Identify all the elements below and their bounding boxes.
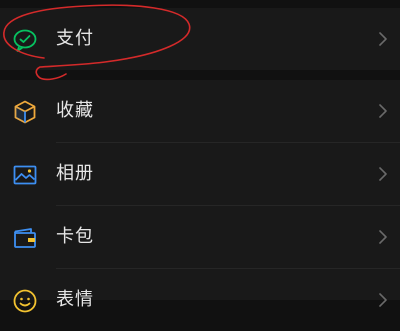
- chevron-right-icon: [379, 167, 387, 181]
- chevron-right-icon: [379, 293, 387, 307]
- emoji-icon: [13, 289, 37, 313]
- menu-item-album[interactable]: 相册: [0, 143, 400, 205]
- chevron-right-icon: [379, 230, 387, 244]
- chevron-right-icon: [379, 32, 387, 46]
- menu-item-label: 表情: [56, 289, 94, 310]
- top-strip: [0, 0, 400, 8]
- menu-item-label: 相册: [56, 163, 94, 184]
- menu-item-label: 支付: [56, 28, 94, 49]
- menu-item-card-wallet[interactable]: 卡包: [0, 206, 400, 268]
- menu-item-label: 收藏: [56, 100, 94, 121]
- menu-item-label: 卡包: [56, 226, 94, 247]
- pay-icon: [13, 29, 37, 52]
- menu-group-main: 收藏 相册 卡包 表情: [0, 80, 400, 313]
- menu-group-pay: 支付: [0, 8, 400, 70]
- card-wallet-icon: [14, 228, 36, 248]
- menu-item-pay[interactable]: 支付: [0, 8, 400, 70]
- favorites-cube-icon: [14, 100, 36, 124]
- menu-item-emoji[interactable]: 表情: [0, 269, 400, 331]
- menu-item-favorites[interactable]: 收藏: [0, 80, 400, 142]
- photo-album-icon: [13, 165, 37, 185]
- chevron-right-icon: [379, 104, 387, 118]
